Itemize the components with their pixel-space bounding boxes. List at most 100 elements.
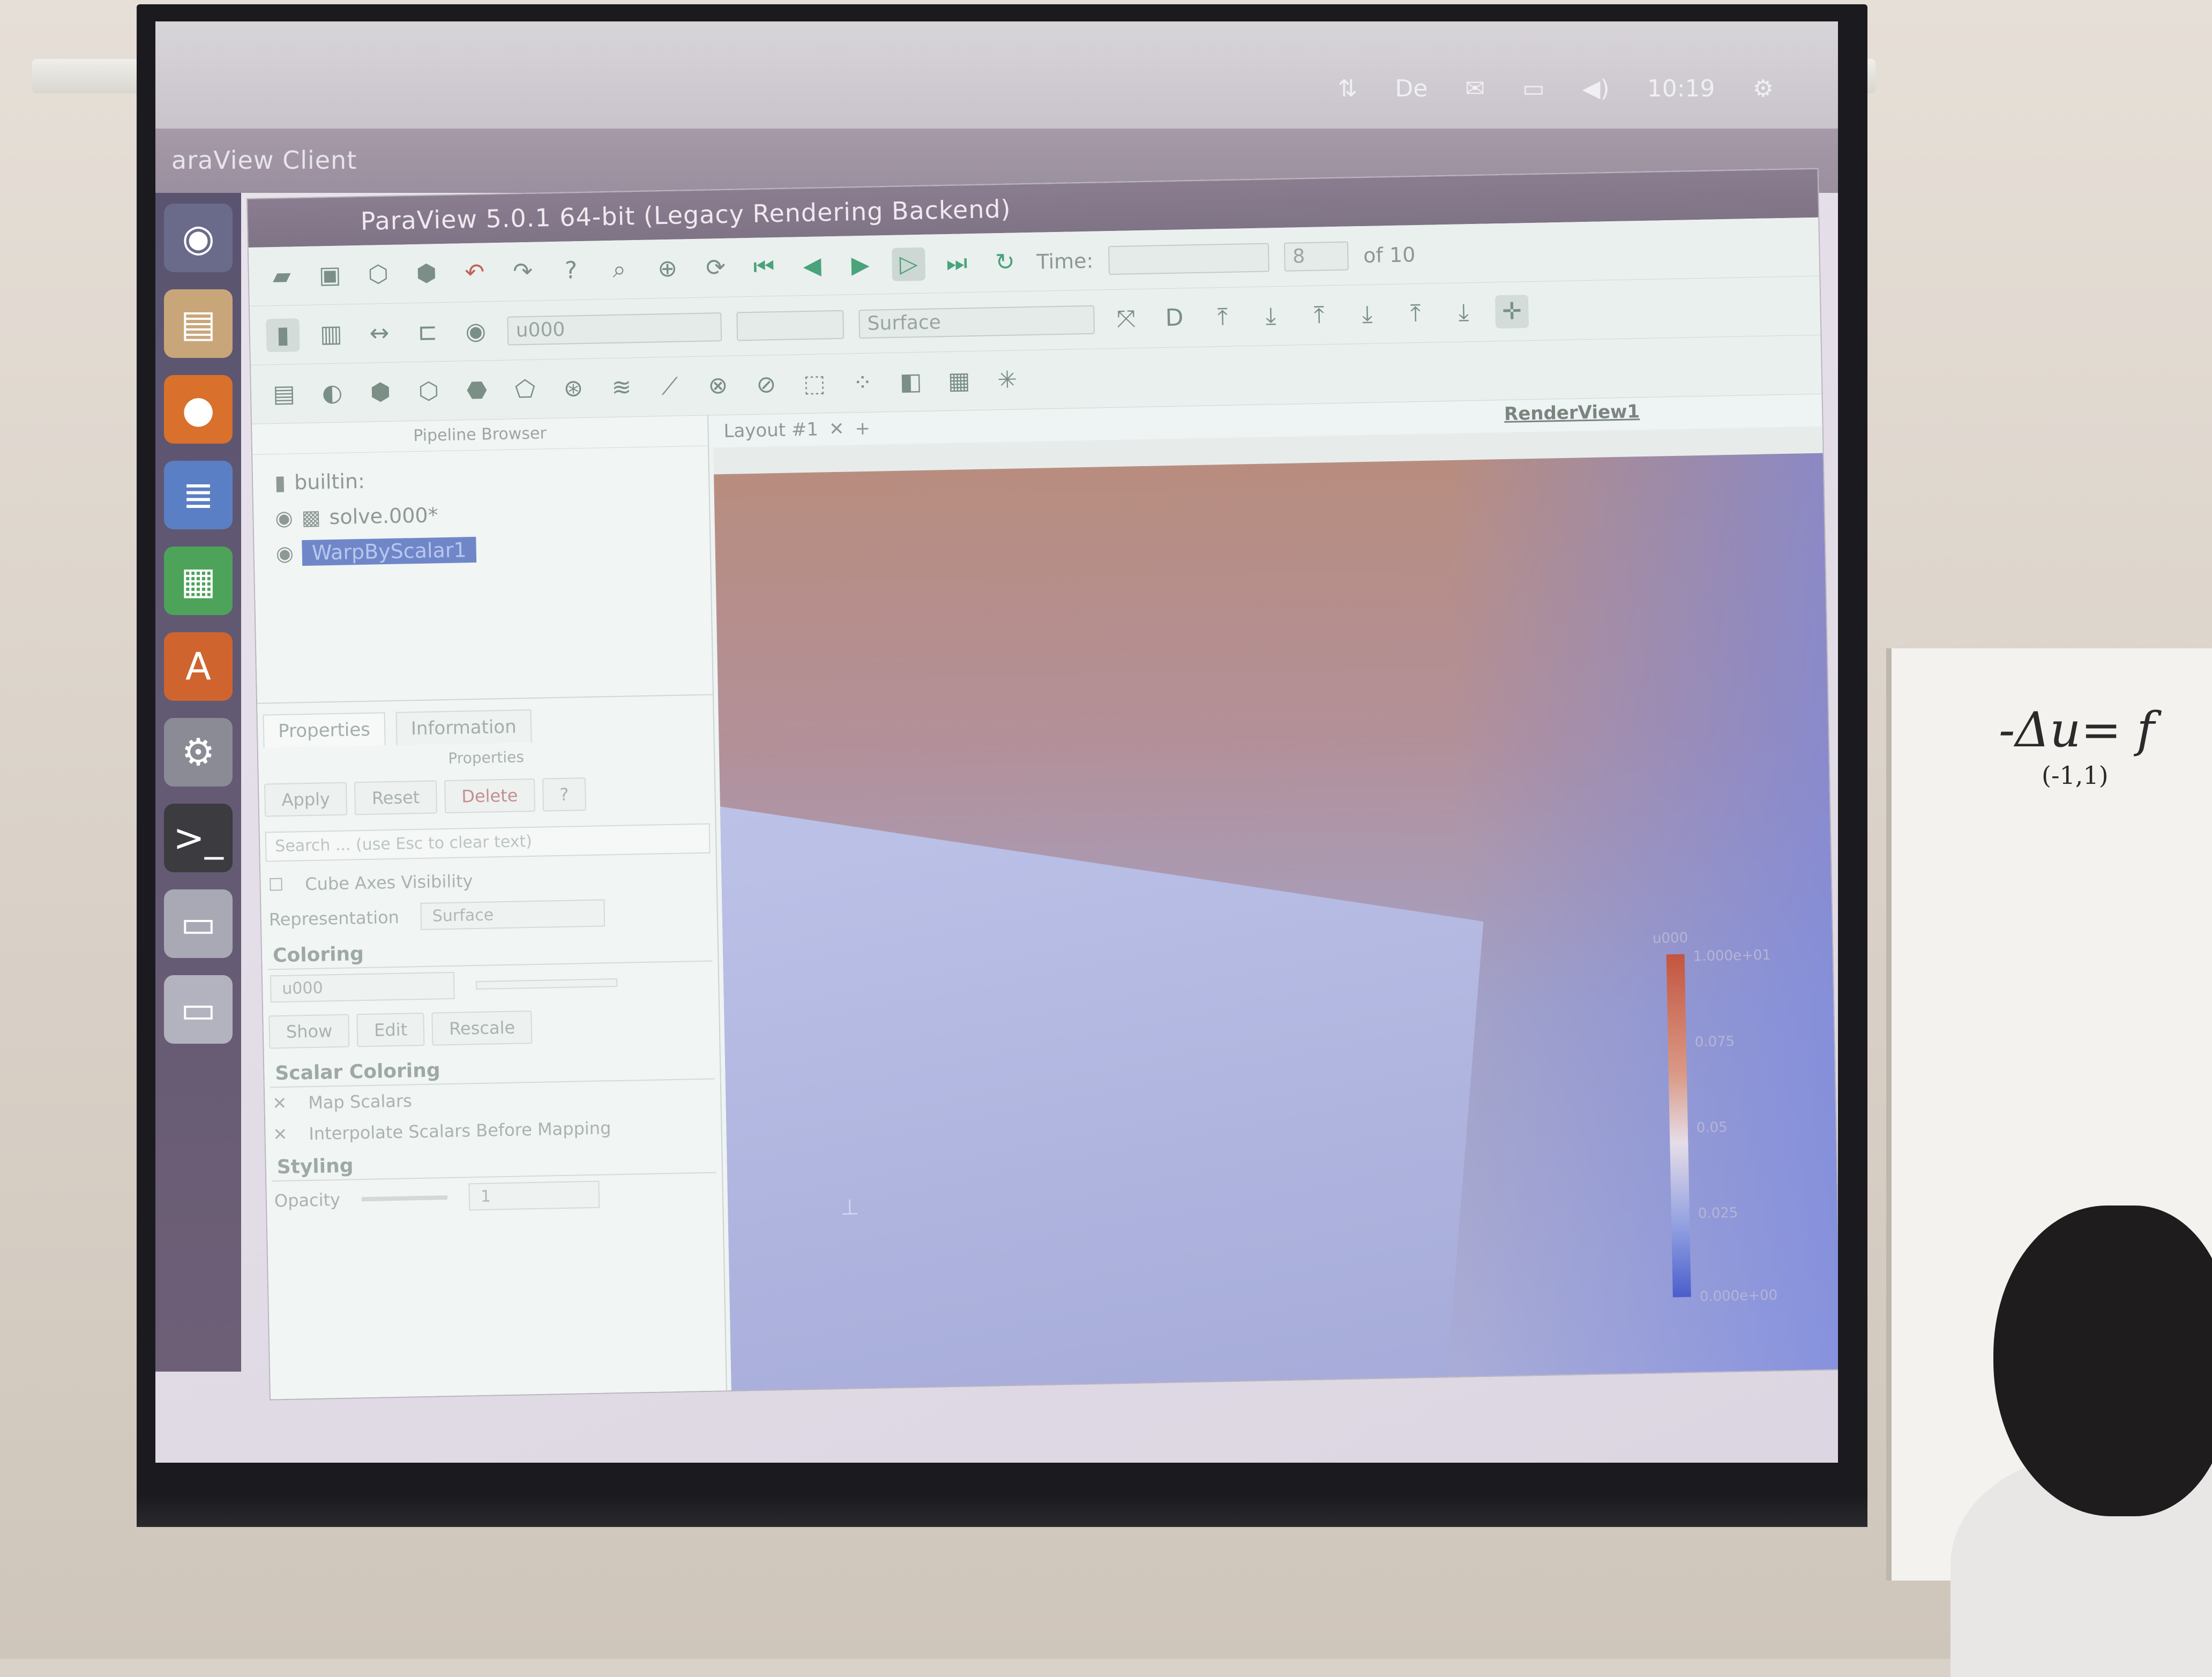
workspace-icon[interactable]: ▭ <box>164 889 233 958</box>
visible-range-icon[interactable]: ◉ <box>459 315 492 348</box>
warped-surface <box>720 792 1492 1390</box>
select-cells-icon[interactable]: ⬚ <box>797 367 831 401</box>
close-tab-icon[interactable]: ✕ <box>829 418 845 440</box>
save-data-icon[interactable]: ▣ <box>313 258 347 292</box>
help-icon[interactable]: ? <box>554 253 588 287</box>
select-block-icon[interactable]: ▦ <box>942 364 976 398</box>
previous-frame-icon[interactable]: ◀ <box>795 249 829 283</box>
edit-colormap-button[interactable]: Edit <box>356 1012 425 1047</box>
files-icon[interactable]: ▤ <box>164 289 233 358</box>
network-icon[interactable]: ⇅ <box>1337 75 1357 102</box>
time-index-spinbox[interactable]: 8 <box>1283 241 1349 272</box>
extract-subset-filter-icon[interactable]: ⬠ <box>508 372 542 406</box>
stream-tracer-filter-icon[interactable]: ≋ <box>604 371 638 405</box>
loop-icon[interactable]: ↻ <box>988 245 1022 279</box>
camera-minus-y-icon[interactable]: ⤓ <box>1350 297 1384 331</box>
component-select[interactable] <box>736 310 845 341</box>
color-array-select[interactable]: u000 <box>507 312 722 346</box>
find-data-icon[interactable]: ⌕ <box>602 253 636 287</box>
last-frame-icon[interactable]: ⏭ <box>940 246 974 280</box>
help-button[interactable]: ? <box>542 777 586 812</box>
camera-plus-x-icon[interactable]: ⤒ <box>1206 300 1239 334</box>
warp-vector-filter-icon[interactable]: ⟋ <box>653 370 686 403</box>
representation-dropdown[interactable]: Surface <box>420 899 606 931</box>
coloring-component-dropdown[interactable] <box>476 978 618 990</box>
clock[interactable]: 10:19 <box>1647 75 1715 102</box>
reset-camera-icon[interactable]: ⤧ <box>1109 302 1143 335</box>
rescale-button[interactable]: Rescale <box>431 1010 533 1046</box>
play-icon[interactable]: ▶ <box>843 248 877 282</box>
opacity-input[interactable]: 1 <box>468 1180 600 1211</box>
extract-level-filter-icon[interactable]: ⊘ <box>749 368 783 401</box>
opacity-row: Opacity 1 <box>266 1173 722 1219</box>
settings-gear-icon[interactable]: ⚙ <box>1753 75 1774 102</box>
keyboard-layout-indicator[interactable]: De <box>1395 75 1428 102</box>
camera-minus-z-icon[interactable]: ⤓ <box>1447 295 1481 329</box>
colorbar-label-min: 0.000e+00 <box>1699 1287 1778 1305</box>
audience-member <box>1951 1206 2212 1677</box>
battery-icon[interactable]: ▭ <box>1522 75 1545 102</box>
connect-icon[interactable]: ⬡ <box>361 257 395 291</box>
coloring-array-dropdown[interactable]: u000 <box>270 971 455 1003</box>
apply-button[interactable]: Apply <box>264 782 348 817</box>
clear-selection-icon[interactable]: ✳ <box>990 363 1024 397</box>
pipeline-browser: Pipeline Browser ▮ builtin: ◉ ▩ solve.00… <box>252 415 713 704</box>
slice-filter-icon[interactable]: ⬡ <box>412 374 445 408</box>
interaction-mode-icon[interactable]: ✛ <box>1494 294 1529 328</box>
next-frame-icon[interactable]: ▷ <box>891 247 926 281</box>
tab-properties[interactable]: Properties <box>263 712 386 748</box>
camera-plus-z-icon[interactable]: ⤒ <box>1399 296 1432 330</box>
firefox-icon[interactable]: ● <box>164 375 233 444</box>
dash-home-icon[interactable]: ◉ <box>164 204 233 272</box>
representation-label: Representation <box>268 907 400 930</box>
reset-range-icon[interactable]: ↔ <box>362 316 396 350</box>
custom-range-icon[interactable]: ⊏ <box>410 315 444 349</box>
show-colorbar-button[interactable]: Show <box>268 1014 350 1049</box>
opacity-slider[interactable] <box>361 1195 448 1201</box>
contour-filter-icon[interactable]: ◐ <box>315 376 349 410</box>
threshold-filter-icon[interactable]: ⬣ <box>460 373 494 407</box>
representation-select[interactable]: Surface <box>858 305 1095 339</box>
delete-button[interactable]: Delete <box>444 778 535 814</box>
calculator-filter-icon[interactable]: ▤ <box>267 377 301 411</box>
terminal-icon[interactable]: >_ <box>164 804 233 872</box>
tab-information[interactable]: Information <box>395 709 532 745</box>
eye-icon[interactable]: ◉ <box>275 506 293 530</box>
eye-icon[interactable]: ◉ <box>275 541 294 565</box>
camera-minus-x-icon[interactable]: ⤓ <box>1254 299 1288 333</box>
render-view[interactable]: ⊥ u000 1.000e+01 0.075 0.05 0.025 0.000e… <box>714 453 1838 1391</box>
new-tab-icon[interactable]: + <box>855 418 870 440</box>
time-value-field[interactable] <box>1108 242 1269 275</box>
redo-icon[interactable]: ↷ <box>506 254 540 288</box>
volume-icon[interactable]: ◀) <box>1582 75 1610 102</box>
calc-icon[interactable]: ▦ <box>164 546 233 615</box>
top-panel-indicators: ⇅ De ✉ ▭ ◀) 10:19 ⚙ <box>1337 75 1774 102</box>
render-view-name[interactable]: RenderView1 <box>1504 401 1640 425</box>
mail-icon[interactable]: ✉ <box>1465 75 1485 102</box>
reset-session-icon[interactable]: ⟳ <box>699 251 733 285</box>
workspace-icon-2[interactable]: ▭ <box>164 975 233 1044</box>
group-datasets-filter-icon[interactable]: ⊗ <box>701 369 735 402</box>
pipeline-item-warpbyscalar[interactable]: ◉ WarpByScalar1 <box>275 528 689 571</box>
tab-layout-1[interactable]: Layout #1 <box>713 419 818 443</box>
properties-search-input[interactable]: Search ... (use Esc to clear text) <box>265 823 711 862</box>
disconnect-icon[interactable]: ⬢ <box>409 256 443 290</box>
undo-icon[interactable]: ↶ <box>458 256 491 289</box>
open-file-icon[interactable]: ▰ <box>265 259 298 293</box>
server-icon: ▮ <box>274 470 286 495</box>
interactive-select-icon[interactable]: ◧ <box>894 365 928 399</box>
whiteboard-domain: (-1,1) <box>2042 761 2109 790</box>
select-points-icon[interactable]: ⁘ <box>846 366 879 400</box>
toggle-color-legend-icon[interactable]: ▮ <box>266 318 300 352</box>
glyph-filter-icon[interactable]: ⊛ <box>556 371 590 405</box>
system-settings-icon[interactable]: ⚙ <box>164 718 233 787</box>
camera-plus-y-icon[interactable]: ⤒ <box>1302 298 1336 332</box>
toggle-3d-2d-icon[interactable]: D <box>1157 301 1191 335</box>
software-center-icon[interactable]: A <box>164 632 233 701</box>
zoom-icon[interactable]: ⊕ <box>651 252 684 286</box>
first-frame-icon[interactable]: ⏮ <box>747 250 781 283</box>
edit-color-map-icon[interactable]: ▥ <box>314 317 348 351</box>
writer-icon[interactable]: ≣ <box>164 461 233 529</box>
reset-button[interactable]: Reset <box>354 780 437 815</box>
clip-filter-icon[interactable]: ⬢ <box>363 375 397 409</box>
